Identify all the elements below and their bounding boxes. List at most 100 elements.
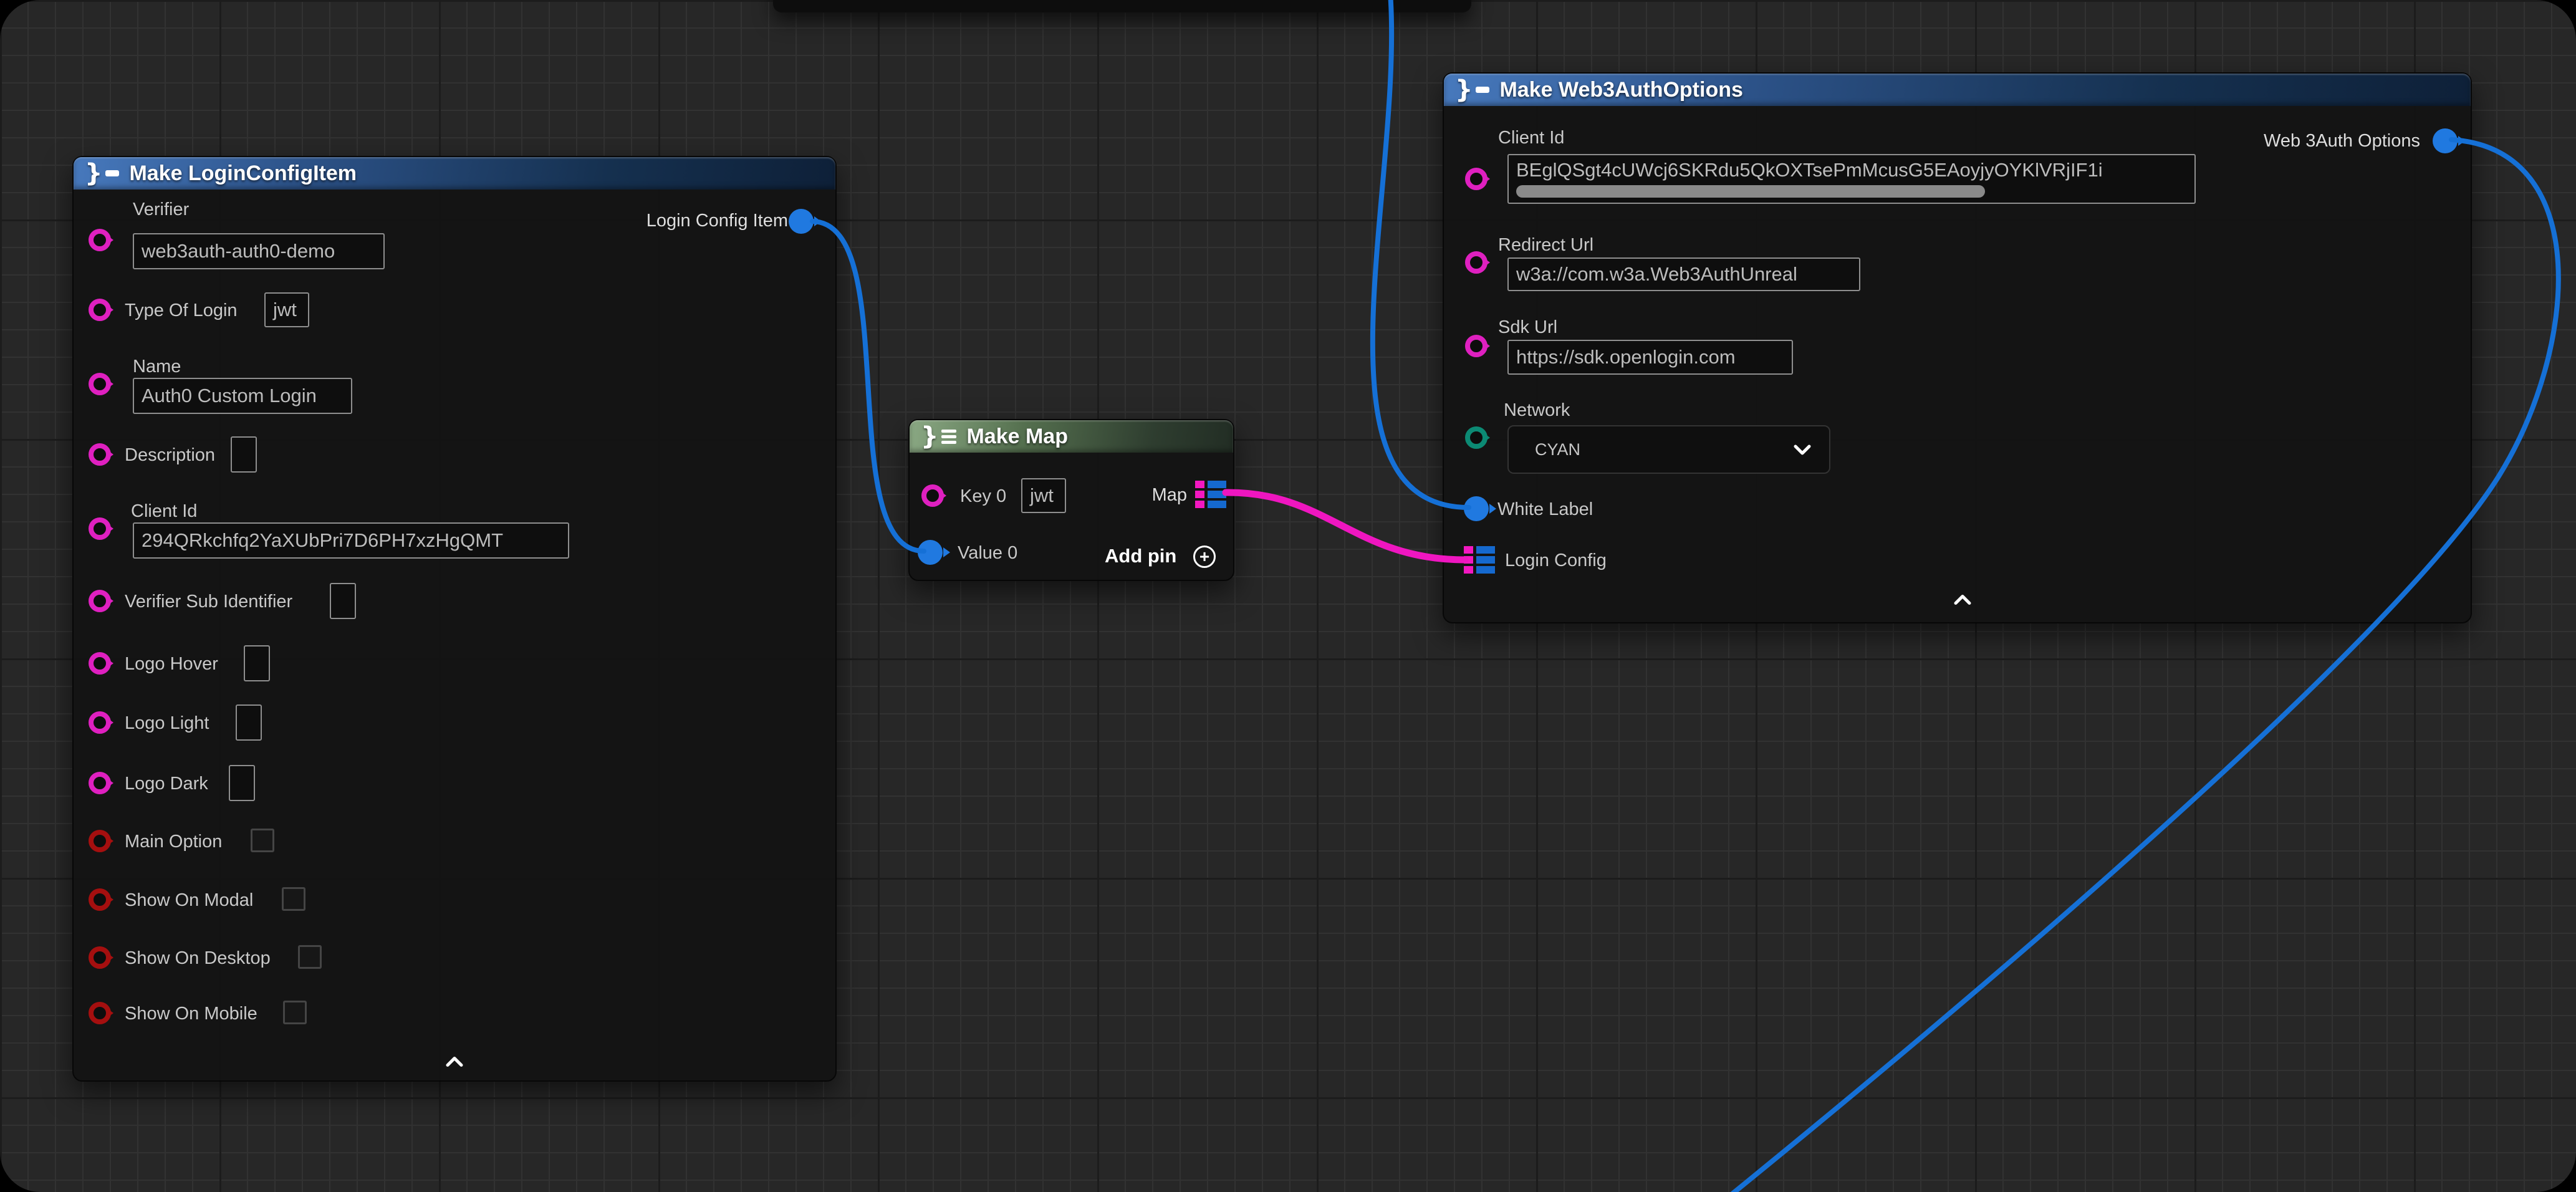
checkbox-main-option[interactable] xyxy=(251,829,274,852)
list-line xyxy=(941,435,956,438)
map-pin-key-cell xyxy=(1195,491,1204,498)
brace-glyph: } xyxy=(921,424,938,449)
node-title: Make LoginConfigItem xyxy=(129,161,357,186)
make-struct-icon: } xyxy=(1455,77,1489,102)
textbox-value: BEglQSgt4cUWcj6SKRdu5QkOXTsePmMcusG5EAoy… xyxy=(1516,159,2103,181)
label-logo-light: Logo Light xyxy=(125,713,209,734)
pin-verifier-sub-identifier[interactable] xyxy=(89,590,111,612)
textbox-sdk-url[interactable]: https://sdk.openlogin.com xyxy=(1507,340,1793,375)
label-client-id: Client Id xyxy=(1498,128,1564,148)
map-pin-value-cell xyxy=(1208,481,1226,488)
pin-verifier[interactable] xyxy=(89,229,111,251)
brace-glyph: } xyxy=(85,161,102,186)
pin-logo-light[interactable] xyxy=(89,711,111,734)
pin-main-option[interactable] xyxy=(89,830,111,852)
pin-key-0[interactable] xyxy=(921,484,944,507)
pin-logo-dark[interactable] xyxy=(89,772,111,794)
pin-name[interactable] xyxy=(89,373,111,395)
chevron-up-icon[interactable] xyxy=(1953,594,1972,608)
label-logo-dark: Logo Dark xyxy=(125,774,208,794)
make-struct-icon: } xyxy=(85,161,119,186)
map-pin-value-cell xyxy=(1476,546,1495,554)
offscreen-node-fragment[interactable] xyxy=(773,0,1471,12)
pin-sdk-url[interactable] xyxy=(1465,335,1487,357)
list-line xyxy=(941,441,956,444)
add-pin-button[interactable]: Add pin xyxy=(1105,545,1176,567)
dropdown-network[interactable]: CYAN xyxy=(1507,425,1830,474)
make-map-icon: } xyxy=(921,424,956,449)
pin-description[interactable] xyxy=(89,443,111,466)
pin-show-on-modal[interactable] xyxy=(89,888,111,911)
label-verifier-sub-identifier: Verifier Sub Identifier xyxy=(125,592,292,612)
list-lines-glyph xyxy=(941,430,956,444)
textbox-client-id[interactable]: BEglQSgt4cUWcj6SKRdu5QkOXTsePmMcusG5EAoy… xyxy=(1507,154,2196,204)
checkbox-show-on-mobile[interactable] xyxy=(283,1001,307,1024)
textbox-value: Auth0 Custom Login xyxy=(142,385,317,407)
horizontal-scrollbar[interactable] xyxy=(1516,185,1985,198)
map-pin-value-cell xyxy=(1476,556,1495,564)
brace-glyph: } xyxy=(1455,77,1473,102)
checkbox-show-on-desktop[interactable] xyxy=(298,945,322,969)
textbox-name[interactable]: Auth0 Custom Login xyxy=(133,378,352,414)
label-main-option: Main Option xyxy=(125,832,222,852)
wire-make-map-map-to-make-web3authoptions-login-config[interactable] xyxy=(1226,493,1465,560)
textbox-logo-hover[interactable] xyxy=(244,645,270,681)
textbox-value: https://sdk.openlogin.com xyxy=(1516,346,1736,368)
textbox-description[interactable] xyxy=(231,436,257,473)
label-map: Map xyxy=(1152,485,1187,506)
node-make-web3authoptions[interactable]: } Make Web3AuthOptions Client Id BEglQSgt4c… xyxy=(1443,72,2472,623)
map-pin-key-cell xyxy=(1195,501,1204,508)
textbox-value: jwt xyxy=(273,299,297,321)
label-key-0: Key 0 xyxy=(960,486,1006,507)
textbox-verifier[interactable]: web3auth-auth0-demo xyxy=(133,233,385,269)
label-name: Name xyxy=(133,357,181,377)
map-pin-value-cell xyxy=(1476,566,1495,574)
pin-client-id[interactable] xyxy=(1465,168,1487,190)
textbox-verifier-sub-identifier[interactable] xyxy=(330,583,356,619)
map-pin-key-cell xyxy=(1464,566,1473,574)
label-white-label: White Label xyxy=(1497,499,1593,520)
label-value-0: Value 0 xyxy=(958,543,1017,564)
pin-type-of-login[interactable] xyxy=(89,299,111,321)
node-header-make-map[interactable]: } Make Map xyxy=(910,420,1233,453)
label-description: Description xyxy=(125,445,215,466)
node-make-loginconfigitem[interactable]: }Make LoginConfigItemVerifierweb3auth-au… xyxy=(72,156,837,1082)
label-logo-hover: Logo Hover xyxy=(125,654,218,675)
label-login-config-item: Login Config Item xyxy=(646,211,788,231)
label-type-of-login: Type Of Login xyxy=(125,300,238,321)
node-make-map[interactable]: } Make Map Key 0 jwt Value 0 Map Add pin + xyxy=(908,419,1234,581)
chevron-up-icon[interactable] xyxy=(445,1056,464,1070)
node-title: Make Map xyxy=(966,425,1068,449)
struct-bar-glyph xyxy=(105,170,119,176)
textbox-value: web3auth-auth0-demo xyxy=(142,240,335,262)
label-web-3auth-options: Web 3Auth Options xyxy=(2264,131,2420,151)
pin-redirect-url[interactable] xyxy=(1465,251,1487,274)
pin-client-id[interactable] xyxy=(89,517,111,540)
textbox-type-of-login[interactable]: jwt xyxy=(264,292,309,327)
label-show-on-modal: Show On Modal xyxy=(125,890,253,911)
pin-show-on-mobile[interactable] xyxy=(89,1002,111,1024)
label-sdk-url: Sdk Url xyxy=(1498,317,1557,338)
map-pin-key-cell xyxy=(1195,481,1204,488)
textbox-value: 294QRkchfq2YaXUbPri7D6PH7xzHgQMT xyxy=(142,529,503,552)
pin-map-map[interactable] xyxy=(1195,481,1226,508)
pin-show-on-desktop[interactable] xyxy=(89,946,111,969)
blueprint-graph-canvas[interactable]: }Make LoginConfigItemVerifierweb3auth-au… xyxy=(0,0,2576,1192)
textbox-logo-dark[interactable] xyxy=(229,765,255,801)
textbox-redirect-url[interactable]: w3a://com.w3a.Web3AuthUnreal xyxy=(1507,257,1860,291)
textbox-key-0[interactable]: jwt xyxy=(1021,478,1066,513)
node-header-make-loginconfigitem[interactable]: } Make LoginConfigItem xyxy=(74,157,835,190)
plus-circle-icon[interactable]: + xyxy=(1193,546,1216,568)
textbox-value: jwt xyxy=(1030,484,1054,507)
node-header-make-web3authoptions[interactable]: } Make Web3AuthOptions xyxy=(1444,74,2471,106)
textbox-value: w3a://com.w3a.Web3AuthUnreal xyxy=(1516,263,1797,286)
pin-logo-hover[interactable] xyxy=(89,652,111,675)
checkbox-show-on-modal[interactable] xyxy=(282,887,305,911)
pin-network[interactable] xyxy=(1465,426,1487,449)
label-network: Network xyxy=(1504,400,1570,421)
label-redirect-url: Redirect Url xyxy=(1498,235,1593,256)
map-pin-key-cell xyxy=(1464,546,1473,554)
textbox-logo-light[interactable] xyxy=(236,704,262,741)
textbox-client-id[interactable]: 294QRkchfq2YaXUbPri7D6PH7xzHgQMT xyxy=(133,522,569,559)
node-title: Make Web3AuthOptions xyxy=(1499,78,1742,102)
